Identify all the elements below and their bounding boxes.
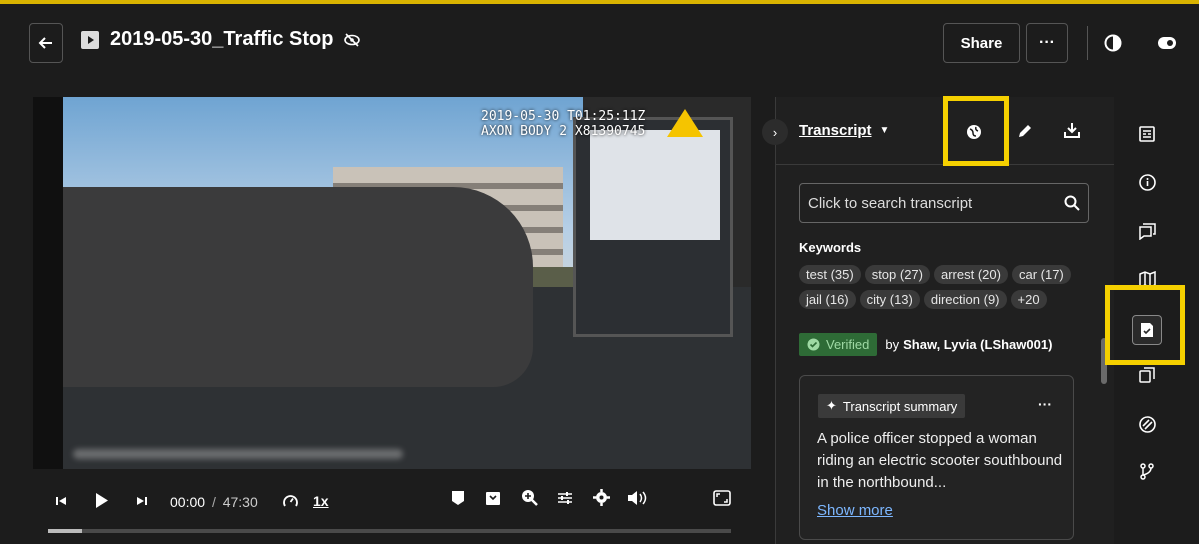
duration: 47:30	[222, 494, 258, 510]
title-group: 2019-05-30_Traffic Stop	[80, 28, 361, 51]
keyword-chip[interactable]: city (13)	[859, 290, 920, 309]
header: 2019-05-30_Traffic Stop Share ···	[0, 4, 1199, 80]
back-button[interactable]	[29, 23, 63, 63]
copy-stack-icon	[1139, 367, 1155, 383]
rail-comments[interactable]	[1135, 219, 1159, 243]
video-arm	[63, 187, 533, 387]
summary-label: Transcript summary	[842, 398, 958, 414]
speed-button[interactable]: 1x	[313, 493, 329, 509]
clip-icon[interactable]	[485, 490, 501, 506]
overlay-line-2: AXON BODY 2 X81390745	[481, 124, 646, 139]
summary-text: A police officer stopped a woman riding …	[817, 430, 1063, 491]
toggle-knob	[1167, 40, 1173, 46]
transcript-search-input[interactable]: Click to search transcript	[799, 183, 1089, 223]
zoom-in-icon[interactable]	[521, 489, 538, 506]
verified-by-prefix: by	[885, 337, 900, 352]
fullscreen-icon[interactable]	[713, 490, 731, 506]
branch-icon	[1140, 462, 1154, 480]
rail-versions[interactable]	[1135, 459, 1159, 483]
theme-toggle[interactable]	[1158, 37, 1176, 49]
keyword-chip[interactable]: jail (16)	[799, 290, 856, 309]
search-placeholder: Click to search transcript	[808, 195, 973, 212]
info-icon	[1138, 173, 1156, 191]
keyword-chip[interactable]: stop (27)	[864, 265, 930, 284]
header-divider	[1087, 26, 1088, 60]
keyword-chip[interactable]: arrest (20)	[934, 265, 1008, 284]
contrast-icon[interactable]	[1104, 34, 1122, 52]
keywords-heading: Keywords	[799, 240, 862, 255]
eye-off-icon[interactable]	[343, 32, 361, 47]
overlay-line-1: 2019-05-30 T01:25:11Z	[481, 109, 646, 124]
time-display: 00:00 / 47:30	[170, 494, 258, 510]
transcript-tab-dropdown[interactable]: Transcript ▼	[799, 122, 889, 139]
previous-frame-icon[interactable]	[55, 495, 67, 507]
keyword-chip[interactable]: car (17)	[1011, 265, 1071, 284]
video-laptop-screen	[590, 130, 720, 240]
axon-logo-icon	[667, 109, 703, 137]
video-player[interactable]: 2019-05-30 T01:25:11Z AXON BODY 2 X813907…	[33, 97, 751, 469]
bookmark-icon[interactable]	[451, 490, 465, 506]
keyword-chip[interactable]: test (35)	[799, 265, 861, 284]
verified-badge: Verified	[799, 333, 878, 356]
rail-details[interactable]	[1135, 122, 1159, 146]
speed-gauge-icon[interactable]	[282, 493, 299, 510]
time-separator: /	[211, 494, 216, 510]
verified-by-name: Shaw, Lyvia (LShaw001)	[903, 337, 1053, 352]
current-time: 00:00	[170, 494, 206, 510]
document-list-icon	[1139, 126, 1155, 142]
arrow-left-icon	[38, 37, 52, 49]
more-keywords-chip[interactable]: +20	[1010, 290, 1047, 309]
download-icon[interactable]	[1063, 121, 1081, 139]
play-icon[interactable]	[95, 492, 109, 509]
rail-info[interactable]	[1135, 170, 1159, 194]
video-file-icon	[81, 30, 99, 49]
video-left-edge	[33, 97, 63, 469]
blurred-watermark	[73, 449, 403, 459]
timeline-scrubber[interactable]	[48, 529, 731, 533]
share-button[interactable]: Share	[943, 23, 1020, 63]
transcript-tab-label: Transcript	[799, 122, 872, 139]
show-more-link[interactable]: Show more	[817, 502, 893, 519]
summary-label-chip: ✦ Transcript summary	[818, 394, 966, 418]
verification-row: Verified by Shaw, Lyvia (LShaw001)	[799, 333, 1052, 356]
video-laptop	[573, 117, 733, 337]
page-title: 2019-05-30_Traffic Stop	[110, 28, 334, 50]
transcript-summary-card: ✦ Transcript summary ··· A police office…	[799, 375, 1074, 540]
keyword-chips: test (35) stop (27) arrest (20) car (17) ja…	[799, 265, 1099, 315]
next-frame-icon[interactable]	[136, 495, 148, 507]
adjustments-icon[interactable]	[557, 490, 573, 506]
redact-slash-icon	[1138, 415, 1156, 433]
keyword-chip[interactable]: direction (9)	[923, 290, 1007, 309]
settings-gear-icon[interactable]	[593, 489, 610, 506]
volume-icon[interactable]	[627, 490, 647, 506]
edit-pencil-icon[interactable]	[1017, 123, 1033, 139]
timeline-progress	[48, 529, 83, 533]
comments-icon	[1138, 222, 1156, 240]
highlight-box-translate	[943, 96, 1009, 166]
rail-clips[interactable]	[1135, 363, 1159, 387]
check-circle-icon	[807, 338, 820, 351]
rail-redaction[interactable]	[1135, 412, 1159, 436]
more-options-button[interactable]: ···	[1026, 23, 1068, 63]
sparkle-icon: ✦	[826, 398, 837, 413]
caret-down-icon: ▼	[879, 125, 890, 136]
summary-more-button[interactable]: ···	[1038, 396, 1052, 412]
video-overlay-timestamp: 2019-05-30 T01:25:11Z AXON BODY 2 X813907…	[481, 109, 645, 139]
highlight-box-transcript-rail	[1105, 285, 1185, 365]
verified-label: Verified	[826, 337, 870, 352]
search-icon[interactable]	[1064, 195, 1080, 211]
